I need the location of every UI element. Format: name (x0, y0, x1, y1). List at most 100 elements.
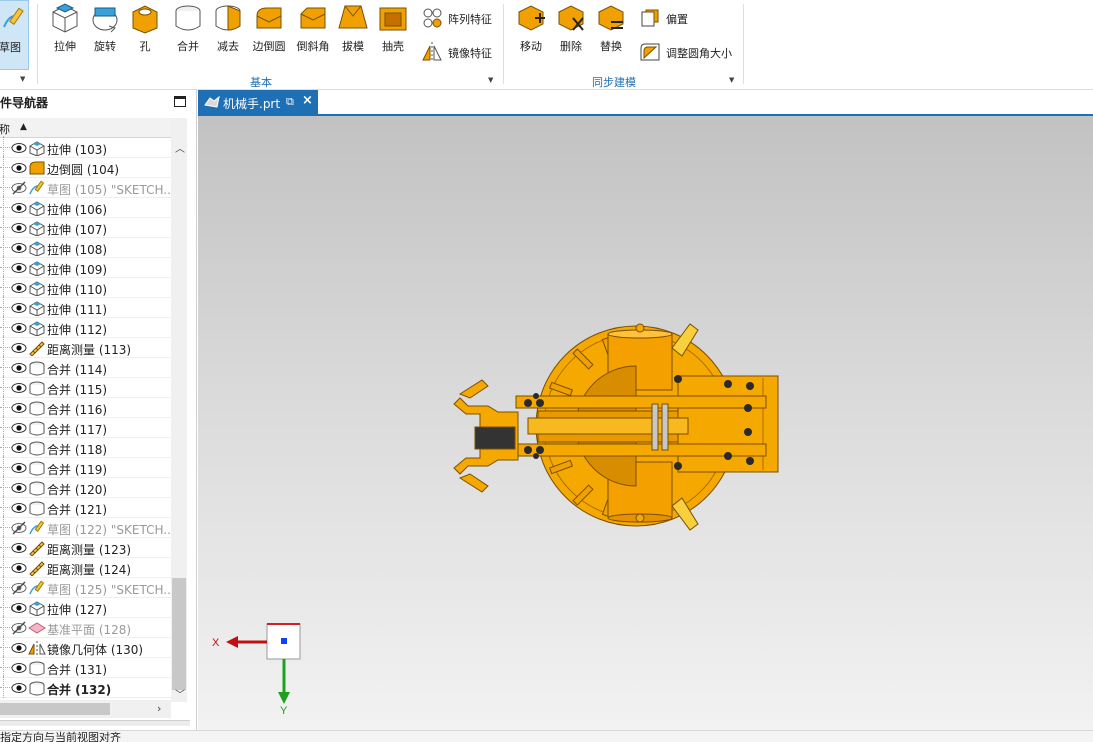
tree-node[interactable]: 草图 (125) "SKETCH... (0, 576, 175, 598)
tree-node[interactable]: 拉伸 (127) (0, 596, 171, 618)
tree-node[interactable]: 合并 (117) (0, 416, 171, 438)
extrude-button[interactable]: 拉伸 (45, 0, 85, 56)
scrollbar-thumb[interactable] (172, 578, 186, 690)
visibility-eye-icon[interactable] (11, 161, 27, 175)
tree-node[interactable]: 合并 (120) (0, 476, 171, 498)
hidden-eye-icon[interactable] (11, 181, 27, 195)
hidden-eye-icon[interactable] (11, 581, 27, 595)
tree-node[interactable]: 合并 (131) (0, 656, 171, 678)
tree-node[interactable]: 拉伸 (110) (0, 276, 171, 298)
chevron-down-icon[interactable]: ▼ (729, 76, 734, 84)
tree-node[interactable]: 距离测量 (124) (0, 556, 171, 578)
visibility-eye-icon[interactable] (11, 681, 27, 695)
tree-node[interactable]: 距离测量 (123) (0, 536, 171, 558)
delete-face-button[interactable]: 删除 (551, 0, 591, 56)
unite-button[interactable]: 合并 (168, 0, 208, 56)
tab-part-file[interactable]: 机械手.prt ⧉ × (198, 90, 318, 114)
subtract-button[interactable]: 减去 (208, 0, 248, 56)
revolve-button[interactable]: 旋转 (85, 0, 125, 56)
visibility-eye-icon[interactable] (11, 241, 27, 255)
hidden-eye-icon[interactable] (11, 621, 27, 635)
visibility-eye-icon[interactable] (11, 381, 27, 395)
hidden-eye-icon[interactable] (11, 521, 27, 535)
chevron-down-icon[interactable]: ▼ (488, 76, 493, 84)
shell-button[interactable]: 抽壳 (373, 0, 413, 56)
chevron-down-icon[interactable]: ▼ (20, 75, 25, 83)
offset-region-label: 偏置 (666, 13, 688, 26)
pattern-feature-button[interactable]: 阵列特征 (420, 6, 500, 30)
subtract-label: 减去 (217, 40, 239, 53)
tree-node[interactable]: 合并 (121) (0, 496, 171, 518)
tree-node-label: 合并 (114) (47, 363, 108, 377)
tree-node[interactable]: 拉伸 (107) (0, 216, 171, 238)
visibility-eye-icon[interactable] (11, 641, 27, 655)
vertical-scrollbar[interactable]: ︿ ﹀ (171, 118, 187, 702)
visibility-eye-icon[interactable] (11, 541, 27, 555)
tree-node[interactable]: 拉伸 (106) (0, 196, 171, 218)
visibility-eye-icon[interactable] (11, 301, 27, 315)
tree-node[interactable]: 拉伸 (112) (0, 316, 171, 338)
visibility-eye-icon[interactable] (11, 561, 27, 575)
visibility-eye-icon[interactable] (11, 601, 27, 615)
tree-node[interactable]: 拉伸 (103) (0, 136, 171, 158)
move-face-button[interactable]: 移动 (511, 0, 551, 56)
replace-face-button[interactable]: 替换 (591, 0, 631, 56)
offset-region-button[interactable]: 偏置 (638, 6, 708, 30)
graphics-window[interactable]: X Y (198, 116, 1093, 730)
tree-node[interactable]: 合并 (114) (0, 356, 171, 378)
visibility-eye-icon[interactable] (11, 261, 27, 275)
horizontal-scrollbar[interactable]: › (0, 700, 171, 718)
visibility-eye-icon[interactable] (11, 421, 27, 435)
tree-node[interactable]: 基准平面 (128) (0, 616, 171, 638)
robot-gripper-model[interactable] (453, 323, 779, 531)
visibility-eye-icon[interactable] (11, 501, 27, 515)
tree-node[interactable]: 镜像几何体 (130) (0, 636, 171, 658)
navigator-column-header[interactable]: 名称 ▲ (0, 118, 187, 138)
visibility-eye-icon[interactable] (11, 441, 27, 455)
visibility-eye-icon[interactable] (11, 141, 27, 155)
tree-node[interactable]: 拉伸 (109) (0, 256, 171, 278)
close-icon[interactable]: × (302, 93, 313, 108)
visibility-eye-icon[interactable] (11, 361, 27, 375)
navigator-splitter[interactable] (0, 720, 190, 726)
tree-node[interactable]: 合并 (119) (0, 456, 171, 478)
scroll-up-icon[interactable]: ︿ (175, 140, 185, 155)
chamfer-button[interactable]: 倒斜角 (293, 0, 333, 56)
visibility-eye-icon[interactable] (11, 341, 27, 355)
scrollbar-thumb[interactable] (0, 703, 110, 715)
wcs-triad[interactable]: X Y (212, 623, 301, 717)
tree-node[interactable]: 拉伸 (108) (0, 236, 171, 258)
edge-blend-button[interactable]: 边倒圆 (249, 0, 289, 56)
visibility-eye-icon[interactable] (11, 461, 27, 475)
model-view[interactable]: X Y (198, 116, 1093, 730)
tree-node[interactable]: 合并 (115) (0, 376, 171, 398)
visibility-eye-icon[interactable] (11, 221, 27, 235)
extrude-feature-icon (29, 141, 45, 156)
tree-node[interactable]: 边倒圆 (104) (0, 156, 171, 178)
scroll-right-icon[interactable]: › (157, 702, 161, 715)
hole-button[interactable]: 孔 (125, 0, 165, 56)
chamfer-label: 倒斜角 (296, 40, 330, 53)
visibility-eye-icon[interactable] (11, 321, 27, 335)
maximize-icon[interactable] (174, 96, 186, 107)
tree-node[interactable]: 距离测量 (113) (0, 336, 171, 358)
visibility-eye-icon[interactable] (11, 401, 27, 415)
pin-icon[interactable]: ⧉ (286, 95, 294, 109)
visibility-eye-icon[interactable] (11, 281, 27, 295)
scroll-down-icon[interactable]: ﹀ (175, 686, 185, 701)
tree-node[interactable]: 合并 (132) (0, 676, 171, 698)
tree-node[interactable]: 合并 (116) (0, 396, 171, 418)
visibility-eye-icon[interactable] (11, 201, 27, 215)
tree-node[interactable]: 合并 (118) (0, 436, 171, 458)
sort-ascending-icon[interactable]: ▲ (20, 122, 27, 132)
tree-node[interactable]: 草图 (105) "SKETCH... (0, 176, 175, 198)
visibility-eye-icon[interactable] (11, 481, 27, 495)
tree-node[interactable]: 拉伸 (111) (0, 296, 171, 318)
visibility-eye-icon[interactable] (11, 661, 27, 675)
tree-node[interactable]: 草图 (122) "SKETCH... (0, 516, 175, 538)
move-face-icon (518, 5, 545, 31)
mirror-feature-button[interactable]: 镜像特征 (420, 40, 500, 64)
draft-button[interactable]: 拔模 (333, 0, 373, 56)
resize-blend-button[interactable]: 调整圆角大小 (638, 40, 738, 64)
sketch-button[interactable]: 草图 ▼ (0, 0, 29, 83)
